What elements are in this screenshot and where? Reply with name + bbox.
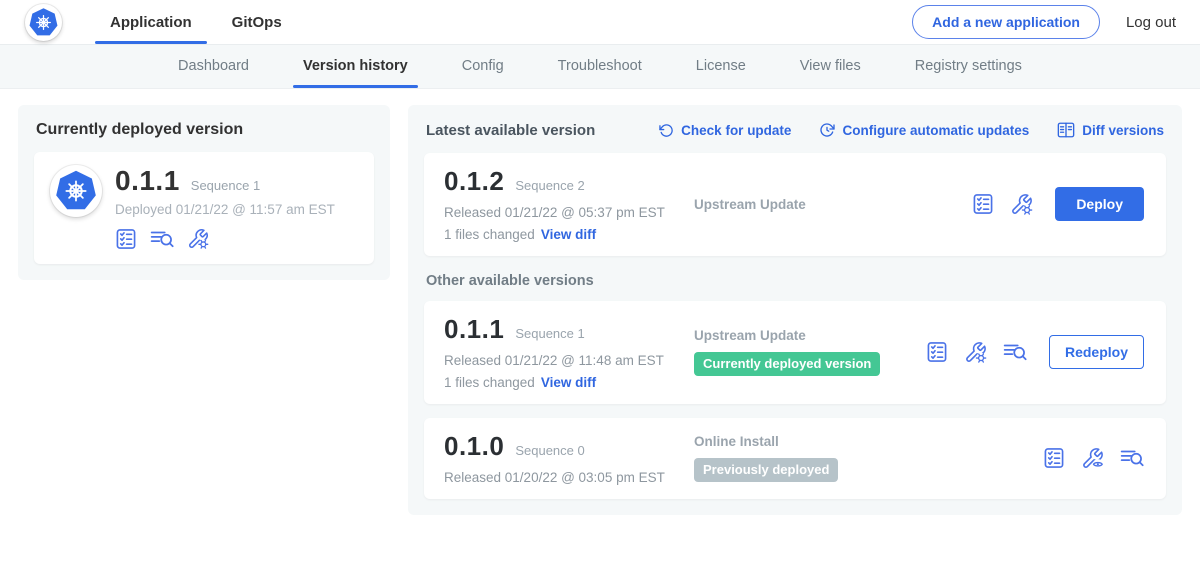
subnav-tab-dashboard[interactable]: Dashboard — [151, 45, 276, 88]
version-actions: Redeploy — [926, 335, 1144, 369]
version-row-0-1-0: 0.1.0 Sequence 0 Released 01/20/22 @ 03:… — [424, 418, 1166, 499]
app-logo-avatar — [25, 4, 62, 41]
tab-application-label: Application — [110, 14, 192, 31]
subnav-tab-view-files[interactable]: View files — [773, 45, 888, 88]
released-timestamp: Released 01/21/22 @ 05:37 pm EST — [444, 205, 694, 220]
version-number: 0.1.2 — [444, 166, 504, 197]
files-changed-label: 1 files changed — [444, 227, 535, 242]
previously-deployed-badge: Previously deployed — [694, 458, 838, 482]
kubernetes-logo-icon — [28, 7, 59, 38]
version-status: Online Install Previously deployed — [694, 434, 1043, 482]
currently-deployed-card: Currently deployed version 0.1.1 Sequenc… — [18, 105, 390, 280]
version-status: Upstream Update — [694, 197, 972, 212]
version-status: Upstream Update Currently deployed versi… — [694, 328, 926, 376]
currently-deployed-title: Currently deployed version — [36, 121, 374, 139]
other-versions-title: Other available versions — [426, 273, 1164, 289]
released-timestamp: Released 01/20/22 @ 03:05 pm EST — [444, 470, 694, 485]
sequence-label: Sequence 1 — [515, 326, 584, 341]
currently-deployed-badge: Currently deployed version — [694, 352, 880, 376]
edit-config-icon[interactable] — [1010, 193, 1033, 216]
panel-actions: Check for update Configure automatic upd… — [659, 121, 1164, 139]
refresh-icon — [659, 123, 674, 138]
deployed-version-info: 0.1.1 Sequence 1 Deployed 01/21/22 @ 11:… — [115, 165, 335, 250]
tab-gitops-label: GitOps — [232, 14, 282, 31]
configure-automatic-updates-label: Configure automatic updates — [842, 123, 1029, 138]
preflight-checklist-icon[interactable] — [926, 341, 948, 363]
preflight-checklist-icon[interactable] — [115, 228, 137, 250]
subnav-tab-troubleshoot[interactable]: Troubleshoot — [531, 45, 669, 88]
edit-config-icon[interactable] — [964, 341, 987, 364]
edit-config-icon[interactable] — [187, 228, 209, 250]
app-icon-avatar — [50, 165, 102, 217]
main-content: Currently deployed version 0.1.1 Sequenc… — [0, 89, 1200, 531]
view-config-icon[interactable] — [1081, 447, 1104, 470]
version-actions — [1043, 447, 1144, 470]
preflight-checklist-icon[interactable] — [1043, 447, 1065, 469]
configure-automatic-updates-link[interactable]: Configure automatic updates — [819, 122, 1029, 138]
version-actions: Deploy — [972, 187, 1144, 221]
version-source-label: Online Install — [694, 434, 1043, 449]
version-number: 0.1.1 — [444, 314, 504, 345]
header-right: Add a new application Log out — [912, 5, 1176, 39]
sequence-label: Sequence 2 — [515, 178, 584, 193]
files-changed-label: 1 files changed — [444, 375, 535, 390]
diff-versions-link[interactable]: Diff versions — [1057, 121, 1164, 139]
sequence-label: Sequence 0 — [515, 443, 584, 458]
subnav-tab-config[interactable]: Config — [435, 45, 531, 88]
latest-available-title: Latest available version — [426, 122, 595, 139]
version-history-panel: Latest available version Check for updat… — [408, 105, 1182, 515]
files-changed-line: 1 files changed View diff — [444, 227, 694, 242]
top-navbar: Application GitOps Add a new application… — [0, 0, 1200, 45]
scheduled-update-icon — [819, 122, 835, 138]
preflight-checklist-icon[interactable] — [972, 193, 994, 215]
released-timestamp: Released 01/21/22 @ 11:48 am EST — [444, 353, 694, 368]
diff-versions-icon — [1057, 121, 1075, 139]
version-info: 0.1.2 Sequence 2 Released 01/21/22 @ 05:… — [444, 166, 694, 242]
version-source-label: Upstream Update — [694, 328, 926, 343]
deployed-version-tile: 0.1.1 Sequence 1 Deployed 01/21/22 @ 11:… — [34, 152, 374, 264]
version-source-label: Upstream Update — [694, 197, 972, 212]
subnav-tab-version-history[interactable]: Version history — [276, 45, 435, 88]
panel-header: Latest available version Check for updat… — [426, 121, 1164, 139]
tab-application[interactable]: Application — [90, 0, 212, 44]
kubernetes-logo-icon — [54, 169, 98, 213]
subnav-tab-license[interactable]: License — [669, 45, 773, 88]
version-info: 0.1.0 Sequence 0 Released 01/20/22 @ 03:… — [444, 431, 694, 485]
add-application-button[interactable]: Add a new application — [912, 5, 1100, 39]
subnav-tab-registry-settings[interactable]: Registry settings — [888, 45, 1049, 88]
top-nav-tabs: Application GitOps — [90, 0, 302, 44]
view-logs-icon[interactable] — [1003, 341, 1027, 363]
check-for-update-link[interactable]: Check for update — [659, 123, 791, 138]
redeploy-button[interactable]: Redeploy — [1049, 335, 1144, 369]
view-diff-link[interactable]: View diff — [541, 375, 596, 390]
diff-versions-label: Diff versions — [1082, 123, 1164, 138]
check-for-update-label: Check for update — [681, 123, 791, 138]
deployed-version-number: 0.1.1 — [115, 165, 180, 197]
files-changed-line: 1 files changed View diff — [444, 375, 694, 390]
tab-gitops[interactable]: GitOps — [212, 0, 302, 44]
deployed-timestamp: Deployed 01/21/22 @ 11:57 am EST — [115, 202, 335, 217]
version-row-0-1-1: 0.1.1 Sequence 1 Released 01/21/22 @ 11:… — [424, 301, 1166, 404]
deployed-sequence-label: Sequence 1 — [191, 178, 260, 193]
app-subnav: Dashboard Version history Config Trouble… — [0, 45, 1200, 89]
view-logs-icon[interactable] — [1120, 447, 1144, 469]
logout-link[interactable]: Log out — [1126, 14, 1176, 31]
deploy-button[interactable]: Deploy — [1055, 187, 1144, 221]
version-row-0-1-2: 0.1.2 Sequence 2 Released 01/21/22 @ 05:… — [424, 153, 1166, 256]
view-diff-link[interactable]: View diff — [541, 227, 596, 242]
version-info: 0.1.1 Sequence 1 Released 01/21/22 @ 11:… — [444, 314, 694, 390]
view-logs-icon[interactable] — [150, 228, 174, 250]
version-number: 0.1.0 — [444, 431, 504, 462]
